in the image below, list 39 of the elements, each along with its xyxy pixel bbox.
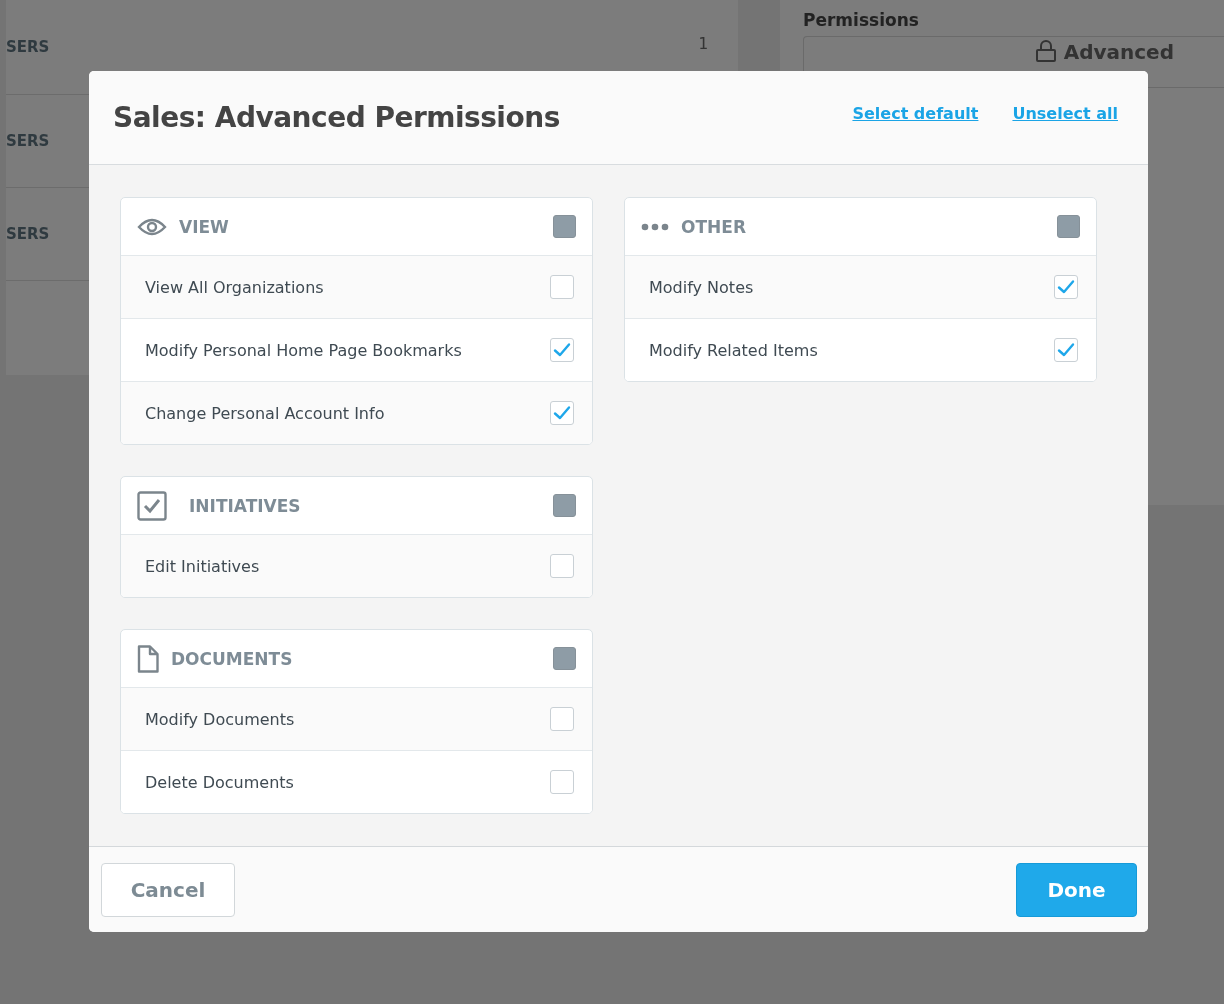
lock-icon <box>1035 40 1056 62</box>
group-checkbox[interactable] <box>553 647 576 670</box>
permission-label: Modify Notes <box>649 277 755 297</box>
checkbox[interactable] <box>550 554 574 578</box>
checkbox[interactable] <box>550 401 574 425</box>
permission-label: Change Personal Account Info <box>145 403 386 423</box>
permission-label: Edit Initiatives <box>145 556 261 576</box>
checkbox[interactable] <box>550 338 574 362</box>
permission-label: View All Organizations <box>145 277 325 297</box>
checkbox[interactable] <box>1054 338 1078 362</box>
group-title: OTHER <box>681 216 747 237</box>
dialog-title: Sales: Advanced Permissions <box>113 101 561 134</box>
checkbox[interactable] <box>550 770 574 794</box>
checkbox-icon <box>137 490 167 521</box>
group-title: INITIATIVES <box>189 495 302 516</box>
checkbox[interactable] <box>550 707 574 731</box>
done-button[interactable]: Done <box>1016 862 1137 917</box>
more-icon <box>641 222 669 231</box>
group-title: DOCUMENTS <box>171 648 294 669</box>
checkbox[interactable] <box>550 275 574 299</box>
group-checkbox[interactable] <box>553 494 576 517</box>
permission-label: Delete Documents <box>145 772 295 792</box>
group-title: VIEW <box>179 216 230 237</box>
permission-label: Modify Documents <box>145 709 296 729</box>
link[interactable]: Unselect all <box>1012 104 1118 123</box>
group-checkbox[interactable] <box>553 215 576 238</box>
document-icon <box>137 644 159 673</box>
permission-label: Modify Personal Home Page Bookmarks <box>145 340 463 360</box>
checkbox[interactable] <box>1054 275 1078 299</box>
link[interactable]: Select default <box>852 104 979 123</box>
row-count: 1 <box>698 34 708 53</box>
row-label: SERS <box>6 38 50 56</box>
group-checkbox[interactable] <box>1057 215 1080 238</box>
row-label: SERS <box>6 132 50 150</box>
eye-icon <box>137 216 167 237</box>
panel-title: Permissions <box>803 10 920 30</box>
permission-label: Modify Related Items <box>649 340 819 360</box>
cancel-button[interactable]: Cancel <box>101 862 235 917</box>
row-label: SERS <box>6 225 50 243</box>
